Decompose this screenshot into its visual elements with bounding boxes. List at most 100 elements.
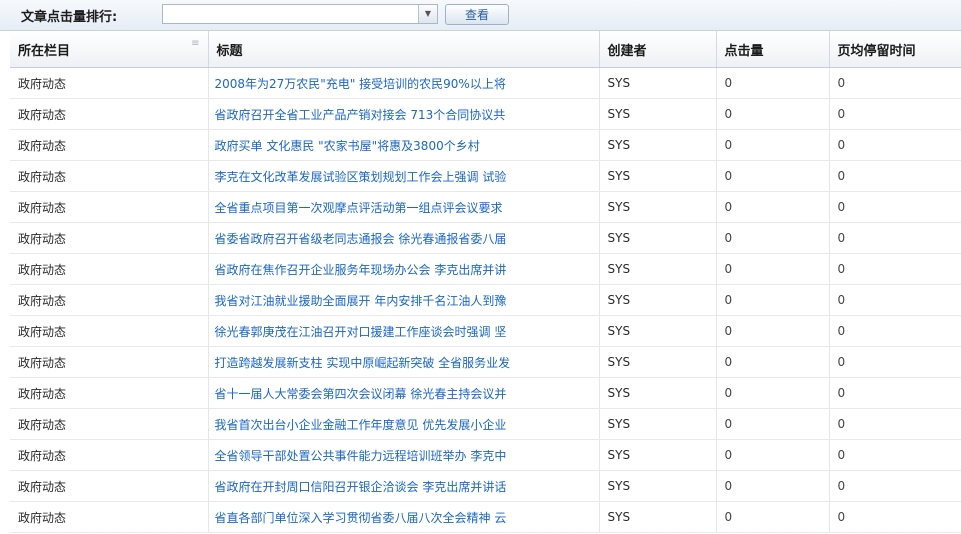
- cell-column: 政府动态: [10, 408, 209, 440]
- cell-clicks: 0: [716, 284, 830, 316]
- cell-clicks: 0: [716, 253, 830, 285]
- cell-title-link[interactable]: 打造跨越发展新支柱 实现中原崛起新突破 全省服务业发: [208, 346, 600, 378]
- table-row[interactable]: 政府动态 徐光春郭庚茂在江油召开对口援建工作座谈会时强调 坚 SYS 0 0: [10, 315, 961, 347]
- cell-column: 政府动态: [10, 470, 209, 502]
- cell-column: 政府动态: [10, 129, 209, 161]
- cell-column: 政府动态: [10, 253, 209, 285]
- cell-clicks: 0: [716, 98, 830, 130]
- cell-creator: SYS: [599, 315, 717, 347]
- table-row[interactable]: 政府动态 省政府在焦作召开企业服务年现场办公会 李克出席并讲 SYS 0 0: [10, 253, 961, 285]
- header-column-label: 所在栏目: [18, 43, 71, 59]
- ranking-grid: 所在栏目 ≡ 标题 创建者 点击量 页均停留时间 政府动态 2008年为27万农民…: [10, 31, 961, 533]
- toolbar: 文章点击量排行: ▼ 查看: [0, 0, 961, 31]
- table-row[interactable]: 政府动态 省政府召开全省工业产品产销对接会 713个合同协议共 SYS 0 0: [10, 98, 961, 130]
- cell-clicks: 0: [716, 470, 830, 502]
- cell-column: 政府动态: [10, 222, 209, 254]
- grid-header-row: 所在栏目 ≡ 标题 创建者 点击量 页均停留时间: [10, 31, 961, 68]
- cell-avg-time: 0: [829, 284, 961, 316]
- cell-creator: SYS: [599, 501, 717, 533]
- cell-clicks: 0: [716, 67, 830, 99]
- cell-clicks: 0: [716, 408, 830, 440]
- cell-title-link[interactable]: 省政府召开全省工业产品产销对接会 713个合同协议共: [208, 98, 600, 130]
- cell-avg-time: 0: [829, 160, 961, 192]
- cell-clicks: 0: [716, 501, 830, 533]
- table-row[interactable]: 政府动态 省政府在开封周口信阳召开银企洽谈会 李克出席并讲话 SYS 0 0: [10, 470, 961, 502]
- cell-creator: SYS: [599, 284, 717, 316]
- cell-column: 政府动态: [10, 98, 209, 130]
- cell-title-link[interactable]: 全省重点项目第一次观摩点评活动第一组点评会议要求: [208, 191, 600, 223]
- ranking-label: 文章点击量排行:: [21, 10, 118, 25]
- header-creator-label: 创建者: [607, 43, 647, 59]
- cell-avg-time: 0: [829, 501, 961, 533]
- header-avg-time[interactable]: 页均停留时间: [829, 31, 961, 68]
- cell-creator: SYS: [599, 439, 717, 471]
- cell-column: 政府动态: [10, 377, 209, 409]
- table-row[interactable]: 政府动态 李克在文化改革发展试验区策划规划工作会上强调 试验 SYS 0 0: [10, 160, 961, 192]
- cell-avg-time: 0: [829, 98, 961, 130]
- cell-title-link[interactable]: 政府买单 文化惠民 "农家书屋"将惠及3800个乡村: [208, 129, 600, 161]
- table-row[interactable]: 政府动态 2008年为27万农民"充电" 接受培训的农民90%以上将 SYS 0 0: [10, 67, 961, 99]
- cell-column: 政府动态: [10, 501, 209, 533]
- cell-avg-time: 0: [829, 253, 961, 285]
- cell-title-link[interactable]: 我省首次出台小企业金融工作年度意见 优先发展小企业: [208, 408, 600, 440]
- cell-title-link[interactable]: 我省对江油就业援助全面展开 年内安排千名江油人到豫: [208, 284, 600, 316]
- cell-creator: SYS: [599, 408, 717, 440]
- cell-creator: SYS: [599, 377, 717, 409]
- view-button[interactable]: 查看: [445, 4, 509, 25]
- cell-column: 政府动态: [10, 439, 209, 471]
- cell-creator: SYS: [599, 129, 717, 161]
- cell-creator: SYS: [599, 346, 717, 378]
- cell-creator: SYS: [599, 67, 717, 99]
- cell-clicks: 0: [716, 129, 830, 161]
- cell-title-link[interactable]: 李克在文化改革发展试验区策划规划工作会上强调 试验: [208, 160, 600, 192]
- header-title[interactable]: 标题: [208, 31, 600, 68]
- cell-avg-time: 0: [829, 129, 961, 161]
- cell-title-link[interactable]: 省政府在焦作召开企业服务年现场办公会 李克出席并讲: [208, 253, 600, 285]
- header-avg-time-label: 页均停留时间: [837, 43, 916, 59]
- cell-avg-time: 0: [829, 346, 961, 378]
- cell-title-link[interactable]: 2008年为27万农民"充电" 接受培训的农民90%以上将: [208, 67, 600, 99]
- table-row[interactable]: 政府动态 全省重点项目第一次观摩点评活动第一组点评会议要求 SYS 0 0: [10, 191, 961, 223]
- cell-avg-time: 0: [829, 377, 961, 409]
- cell-avg-time: 0: [829, 67, 961, 99]
- cell-clicks: 0: [716, 160, 830, 192]
- cell-column: 政府动态: [10, 191, 209, 223]
- cell-creator: SYS: [599, 98, 717, 130]
- cell-column: 政府动态: [10, 315, 209, 347]
- cell-avg-time: 0: [829, 470, 961, 502]
- cell-avg-time: 0: [829, 315, 961, 347]
- header-title-label: 标题: [216, 43, 243, 59]
- table-row[interactable]: 政府动态 我省首次出台小企业金融工作年度意见 优先发展小企业 SYS 0 0: [10, 408, 961, 440]
- menu-lines-icon[interactable]: ≡: [191, 38, 199, 49]
- table-row[interactable]: 政府动态 省直各部门单位深入学习贯彻省委八届八次全会精神 云 SYS 0 0: [10, 501, 961, 533]
- cell-creator: SYS: [599, 222, 717, 254]
- header-creator[interactable]: 创建者: [599, 31, 717, 68]
- cell-column: 政府动态: [10, 67, 209, 99]
- article-select[interactable]: ▼: [162, 4, 438, 24]
- header-column[interactable]: 所在栏目 ≡: [10, 31, 209, 68]
- cell-title-link[interactable]: 省政府在开封周口信阳召开银企洽谈会 李克出席并讲话: [208, 470, 600, 502]
- cell-clicks: 0: [716, 191, 830, 223]
- table-row[interactable]: 政府动态 我省对江油就业援助全面展开 年内安排千名江油人到豫 SYS 0 0: [10, 284, 961, 316]
- cell-clicks: 0: [716, 222, 830, 254]
- table-row[interactable]: 政府动态 省委省政府召开省级老同志通报会 徐光春通报省委八届 SYS 0 0: [10, 222, 961, 254]
- table-row[interactable]: 政府动态 省十一届人大常委会第四次会议闭幕 徐光春主持会议并 SYS 0 0: [10, 377, 961, 409]
- cell-avg-time: 0: [829, 408, 961, 440]
- cell-creator: SYS: [599, 160, 717, 192]
- cell-clicks: 0: [716, 377, 830, 409]
- table-row[interactable]: 政府动态 全省领导干部处置公共事件能力远程培训班举办 李克中 SYS 0 0: [10, 439, 961, 471]
- table-row[interactable]: 政府动态 打造跨越发展新支柱 实现中原崛起新突破 全省服务业发 SYS 0 0: [10, 346, 961, 378]
- cell-column: 政府动态: [10, 346, 209, 378]
- cell-avg-time: 0: [829, 222, 961, 254]
- cell-title-link[interactable]: 省委省政府召开省级老同志通报会 徐光春通报省委八届: [208, 222, 600, 254]
- table-row[interactable]: 政府动态 政府买单 文化惠民 "农家书屋"将惠及3800个乡村 SYS 0 0: [10, 129, 961, 161]
- cell-title-link[interactable]: 省十一届人大常委会第四次会议闭幕 徐光春主持会议并: [208, 377, 600, 409]
- chevron-down-icon[interactable]: ▼: [418, 5, 437, 23]
- cell-clicks: 0: [716, 315, 830, 347]
- cell-title-link[interactable]: 全省领导干部处置公共事件能力远程培训班举办 李克中: [208, 439, 600, 471]
- cell-clicks: 0: [716, 346, 830, 378]
- header-clicks[interactable]: 点击量: [716, 31, 830, 68]
- cell-title-link[interactable]: 省直各部门单位深入学习贯彻省委八届八次全会精神 云: [208, 501, 600, 533]
- header-clicks-label: 点击量: [724, 43, 764, 59]
- cell-title-link[interactable]: 徐光春郭庚茂在江油召开对口援建工作座谈会时强调 坚: [208, 315, 600, 347]
